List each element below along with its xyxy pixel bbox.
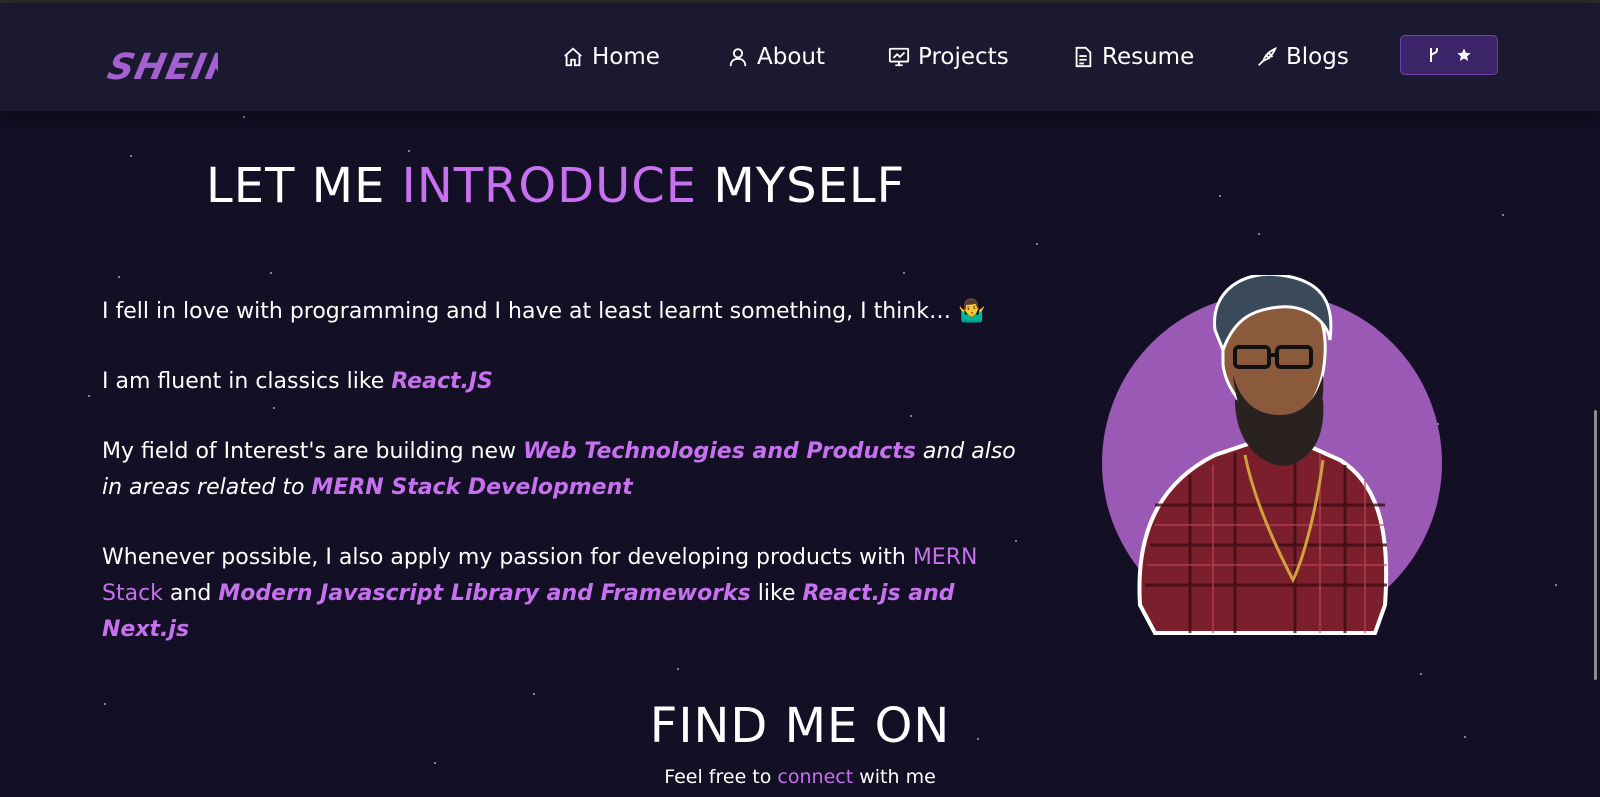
nav-resume[interactable]: Resume: [1072, 39, 1194, 75]
p3-text: My field of Interest's are building new: [102, 439, 524, 464]
nav-about[interactable]: About: [727, 39, 825, 75]
nav-home[interactable]: Home: [562, 39, 660, 75]
subtitle-post: with me: [859, 766, 936, 788]
nav-projects[interactable]: Projects: [888, 39, 1009, 75]
home-icon: [564, 47, 582, 67]
user-icon: [729, 48, 747, 67]
intro-paragraph-3: My field of Interest's are building new …: [102, 434, 1032, 506]
pen-icon: [1258, 47, 1277, 66]
scrollbar-thumb[interactable]: [1594, 410, 1597, 680]
document-icon: [1075, 46, 1092, 68]
navbar: SHEIK Home About Projects Resume Blogs: [0, 3, 1600, 111]
heading-part1: LET ME: [206, 158, 386, 214]
find-me-subtitle: Feel free to connect with me: [0, 766, 1600, 788]
logo-text: SHEIK: [104, 45, 218, 88]
p3-highlight-2: MERN Stack Development: [311, 475, 633, 500]
nav-about-label: About: [757, 44, 826, 70]
presentation-icon: [888, 47, 910, 67]
p4-text: Whenever possible, I also apply my passi…: [102, 545, 913, 570]
git-fork-icon: [1430, 48, 1438, 62]
find-me-title: FIND ME ON: [649, 698, 951, 754]
heading-part2: MYSELF: [713, 158, 906, 214]
star-icon: [1457, 48, 1471, 61]
subtitle-pre: Feel free to: [664, 766, 772, 788]
intro-paragraph-2: I am fluent in classics like React.JS: [102, 364, 1032, 400]
intro-paragraph-4: Whenever possible, I also apply my passi…: [102, 540, 1032, 648]
p3-highlight-1: Web Technologies and Products: [523, 439, 916, 464]
nav-projects-label: Projects: [918, 44, 1009, 70]
p4-like: like: [750, 581, 803, 606]
shrug-emoji: 🤷‍♂️: [957, 299, 986, 324]
p4-and: and: [162, 581, 219, 606]
connect-link[interactable]: connect: [777, 766, 853, 788]
github-star-fork-button[interactable]: [1400, 35, 1498, 75]
p1-text: I fell in love with programming and I ha…: [102, 299, 958, 324]
sheik-logo[interactable]: SHEIK: [100, 41, 218, 93]
p2-highlight: React.JS: [391, 369, 493, 394]
heading-highlight: INTRODUCE: [401, 158, 698, 214]
nav-blogs-label: Blogs: [1286, 44, 1349, 70]
nav-resume-label: Resume: [1102, 44, 1195, 70]
nav-home-label: Home: [592, 44, 660, 70]
p4-highlight-2: Modern Javascript Library and Frameworks: [218, 581, 751, 606]
nav-blogs[interactable]: Blogs: [1256, 39, 1349, 75]
intro-heading: LET ME INTRODUCE MYSELF: [206, 158, 905, 214]
avatar: [1102, 275, 1442, 635]
intro-paragraph-1: I fell in love with programming and I ha…: [102, 294, 1032, 330]
p2-text: I am fluent in classics like: [102, 369, 385, 394]
